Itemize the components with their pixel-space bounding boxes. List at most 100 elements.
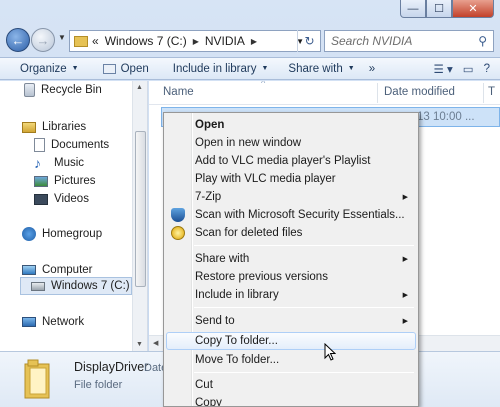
recent-pages-dropdown[interactable]: ▼ bbox=[58, 33, 66, 42]
menu-item-label: Send to bbox=[195, 315, 235, 327]
nav-item-windows7-drive[interactable]: Windows 7 (C:) bbox=[20, 277, 132, 295]
column-divider[interactable] bbox=[483, 83, 484, 103]
breadcrumb-nvidia[interactable]: NVIDIA bbox=[205, 34, 245, 48]
folder-icon bbox=[24, 359, 50, 399]
network-icon bbox=[22, 317, 36, 327]
nav-label: Computer bbox=[42, 264, 93, 276]
minimize-icon: — bbox=[407, 2, 419, 15]
chevron-right-icon[interactable]: ▶ bbox=[251, 37, 257, 46]
mouse-pointer-icon bbox=[324, 343, 336, 361]
menu-item-copy-to-folder[interactable]: Copy To folder... bbox=[166, 332, 416, 350]
column-header-type[interactable]: T bbox=[488, 86, 495, 98]
menu-item-add-to-vlc-playlist[interactable]: Add to VLC media player's Playlist bbox=[166, 152, 416, 170]
column-headers: Name ^ Date modified T bbox=[149, 81, 500, 105]
menu-item-scan-mse[interactable]: Scan with Microsoft Security Essentials.… bbox=[166, 206, 416, 224]
menu-item-share-with[interactable]: Share with ▶ bbox=[166, 250, 416, 268]
menu-item-label: Add to VLC media player's Playlist bbox=[195, 155, 371, 167]
menu-item-play-with-vlc[interactable]: Play with VLC media player bbox=[166, 170, 416, 188]
menu-item-include-in-library[interactable]: Include in library ▶ bbox=[166, 286, 416, 304]
folder-icon bbox=[74, 35, 88, 47]
organize-button[interactable]: Organize ▼ bbox=[20, 63, 79, 75]
menu-separator bbox=[194, 307, 414, 308]
scroll-left-icon[interactable]: ◀ bbox=[153, 339, 158, 347]
nav-item-videos[interactable]: Videos bbox=[34, 190, 89, 208]
search-placeholder: Search NVIDIA bbox=[331, 34, 413, 48]
menu-item-move-to-folder[interactable]: Move To folder... bbox=[166, 351, 416, 369]
nav-label: Network bbox=[42, 316, 85, 328]
submenu-arrow-icon: ▶ bbox=[402, 194, 408, 201]
menu-item-restore-previous-versions[interactable]: Restore previous versions bbox=[166, 268, 416, 286]
include-in-library-button[interactable]: Include in library ▼ bbox=[173, 63, 269, 75]
scroll-down-icon[interactable]: ▼ bbox=[136, 341, 143, 348]
help-button[interactable]: ? bbox=[484, 63, 490, 75]
pictures-icon bbox=[34, 175, 48, 187]
window-controls: — ☐ ✕ bbox=[400, 0, 494, 19]
menu-item-label: Open bbox=[195, 119, 225, 131]
menu-item-send-to[interactable]: Send to ▶ bbox=[166, 312, 416, 330]
nav-label: Libraries bbox=[42, 121, 87, 133]
nav-label: Videos bbox=[54, 193, 89, 205]
navigation-pane-scrollbar[interactable]: ▲ ▼ bbox=[132, 81, 147, 351]
navigation-bar: ← → ▼ « Windows 7 (C:) ▶ NVIDIA ▶ ▼ ↻ Se… bbox=[6, 27, 494, 55]
command-bar: Organize ▼ Open Include in library ▼ Share… bbox=[0, 57, 500, 80]
menu-item-open-new-window[interactable]: Open in new window bbox=[166, 134, 416, 152]
forward-button[interactable]: → bbox=[31, 28, 55, 52]
chevron-right-icon[interactable]: ▶ bbox=[193, 37, 199, 46]
arrow-left-icon: ← bbox=[11, 32, 25, 48]
nav-item-pictures[interactable]: Pictures bbox=[34, 172, 96, 190]
menu-item-label: 7-Zip bbox=[195, 191, 222, 203]
magnifier-icon bbox=[171, 226, 185, 240]
nav-item-homegroup[interactable]: Homegroup bbox=[22, 225, 102, 243]
column-header-date-modified[interactable]: Date modified bbox=[384, 86, 455, 98]
details-item-type: File folder bbox=[74, 379, 123, 391]
minimize-button[interactable]: — bbox=[400, 0, 426, 18]
drive-icon bbox=[31, 281, 45, 291]
column-header-name[interactable]: Name bbox=[163, 86, 194, 98]
more-commands-label: » bbox=[368, 62, 376, 75]
menu-item-scan-deleted-files[interactable]: Scan for deleted files bbox=[166, 224, 416, 242]
nav-item-documents[interactable]: Documents bbox=[34, 136, 109, 154]
menu-item-open[interactable]: Open bbox=[166, 116, 416, 134]
homegroup-icon bbox=[22, 227, 36, 241]
menu-item-label: Scan for deleted files bbox=[195, 227, 303, 239]
scroll-up-icon[interactable]: ▲ bbox=[136, 84, 143, 91]
breadcrumb-windows7[interactable]: Windows 7 (C:) bbox=[105, 34, 187, 48]
chevron-down-icon: ▼ bbox=[71, 65, 79, 72]
nav-item-music[interactable]: ♪ Music bbox=[34, 154, 84, 172]
address-bar[interactable]: « Windows 7 (C:) ▶ NVIDIA ▶ ▼ bbox=[69, 30, 321, 52]
menu-item-label: Share with bbox=[195, 253, 250, 265]
submenu-arrow-icon: ▶ bbox=[402, 318, 408, 325]
menu-item-7zip[interactable]: 7-Zip ▶ bbox=[166, 188, 416, 206]
menu-item-copy[interactable]: Copy bbox=[166, 394, 416, 406]
scrollbar-thumb[interactable] bbox=[135, 131, 146, 287]
include-library-label: Include in library bbox=[172, 62, 257, 75]
menu-item-label: Move To folder... bbox=[195, 354, 280, 366]
back-button[interactable]: ← bbox=[6, 28, 30, 52]
menu-item-cut[interactable]: Cut bbox=[166, 376, 416, 394]
maximize-button[interactable]: ☐ bbox=[426, 0, 452, 18]
submenu-arrow-icon: ▶ bbox=[402, 292, 408, 299]
share-with-button[interactable]: Share with ▼ bbox=[288, 63, 354, 75]
change-view-button[interactable]: ☰ ▾ bbox=[433, 62, 452, 76]
submenu-arrow-icon: ▶ bbox=[402, 256, 408, 263]
refresh-button[interactable]: ↻ bbox=[297, 30, 321, 52]
close-icon: ✕ bbox=[468, 3, 478, 15]
nav-label: Documents bbox=[51, 139, 110, 151]
open-button[interactable]: Open bbox=[102, 63, 149, 75]
nav-label: Homegroup bbox=[42, 228, 103, 240]
menu-separator bbox=[194, 372, 414, 373]
nav-item-libraries[interactable]: Libraries bbox=[22, 118, 86, 136]
nav-item-recycle-bin[interactable]: Recycle Bin bbox=[22, 81, 102, 99]
close-button[interactable]: ✕ bbox=[452, 0, 494, 18]
menu-separator bbox=[194, 245, 414, 246]
more-commands-button[interactable]: » bbox=[369, 63, 375, 75]
breadcrumb-overflow[interactable]: « bbox=[92, 34, 99, 48]
nav-item-network[interactable]: Network bbox=[22, 313, 84, 331]
search-icon[interactable]: ⚲ bbox=[478, 34, 487, 48]
navigation-pane: Recycle Bin Libraries Documents ♪ Music … bbox=[0, 81, 148, 351]
music-icon: ♪ bbox=[34, 155, 41, 171]
menu-item-label: Copy To folder... bbox=[195, 335, 278, 347]
column-divider[interactable] bbox=[377, 83, 378, 103]
preview-pane-button[interactable]: ▭ bbox=[463, 62, 474, 76]
search-input[interactable]: Search NVIDIA ⚲ bbox=[324, 30, 494, 52]
